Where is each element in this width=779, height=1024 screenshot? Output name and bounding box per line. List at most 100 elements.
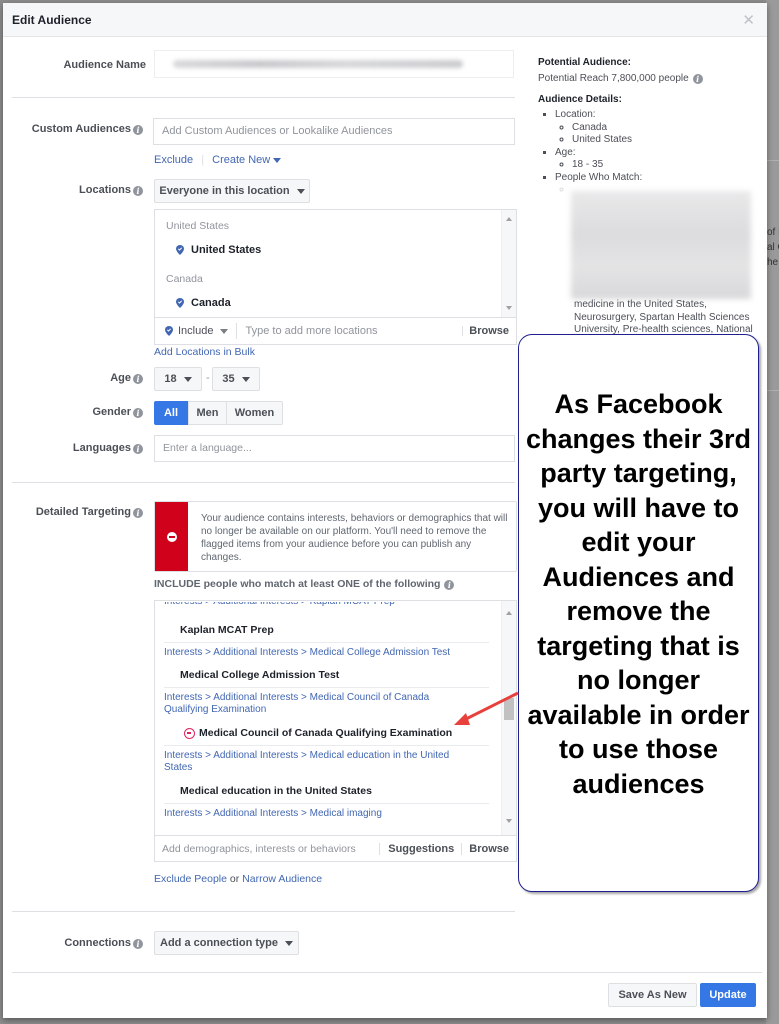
targeting-breadcrumb[interactable]: Interests > Additional Interests > Kapla…: [164, 602, 474, 608]
targeting-breadcrumb[interactable]: Interests > Additional Interests > Medic…: [164, 750, 464, 774]
scroll-down-icon[interactable]: [506, 306, 512, 310]
targeting-item[interactable]: Medical education in the United States: [180, 785, 372, 797]
targeting-breadcrumb[interactable]: Interests > Additional Interests > Medic…: [164, 692, 444, 716]
chevron-down-icon: [284, 940, 293, 946]
background-page: [766, 0, 779, 1024]
info-icon[interactable]: i: [444, 580, 455, 590]
custom-audiences-label-text: Custom Audiences: [31, 123, 131, 135]
update-label: Update: [709, 989, 747, 1001]
background-divider: [766, 390, 779, 391]
gender-men-label: Men: [196, 407, 219, 419]
location-type-dropdown[interactable]: Everyone in this location: [154, 179, 310, 203]
separator: [461, 842, 463, 855]
locations-label-text: Locations: [79, 184, 131, 196]
targeting-item-flagged[interactable]: Medical Council of Canada Qualifying Exa…: [184, 727, 452, 739]
include-heading-text: INCLUDE people who match at least ONE of…: [154, 578, 441, 590]
info-icon[interactable]: i: [133, 408, 143, 418]
warning-strip: [155, 502, 188, 571]
detail-label: Age:: [555, 146, 576, 158]
connections-label-text: Connections: [64, 937, 131, 949]
divider: [12, 482, 515, 483]
custom-audiences-label: Custom Audiences i: [13, 123, 143, 135]
background-text-line: he: [767, 257, 779, 268]
info-icon[interactable]: i: [692, 74, 703, 84]
scroll-up-icon[interactable]: [506, 217, 512, 221]
narrow-audience-link[interactable]: Narrow Audience: [242, 873, 322, 885]
detail-value: Canada: [572, 122, 758, 135]
targeting-item-label: Medical education in the United States: [180, 785, 372, 797]
chevron-down-icon: [296, 188, 305, 194]
info-icon[interactable]: i: [133, 444, 143, 454]
gender-men-button[interactable]: Men: [188, 401, 227, 425]
browse-targeting-button[interactable]: Browse: [469, 843, 509, 855]
targeting-breadcrumb[interactable]: Interests > Additional Interests > Medic…: [164, 647, 474, 659]
error-icon: [166, 531, 177, 542]
info-icon[interactable]: i: [133, 125, 143, 135]
gender-label: Gender i: [13, 406, 143, 418]
close-icon[interactable]: ✕: [742, 11, 755, 29]
location-item[interactable]: Canada: [176, 297, 231, 309]
info-icon[interactable]: i: [133, 374, 143, 384]
blurred-audience-name: [173, 60, 463, 68]
update-button[interactable]: Update: [700, 983, 756, 1007]
location-item-label: Canada: [191, 297, 231, 309]
age-min-value: 18: [164, 373, 177, 385]
dialog-header: Edit Audience ✕: [3, 3, 767, 37]
gender-all-button[interactable]: All: [154, 401, 188, 425]
custom-audiences-placeholder: Add Custom Audiences or Lookalike Audien…: [162, 125, 393, 137]
targeting-search-input[interactable]: Add demographics, interests or behaviors: [162, 843, 379, 855]
locations-label: Locations i: [13, 184, 143, 196]
gender-women-button[interactable]: Women: [226, 401, 283, 425]
scroll-down-icon[interactable]: [506, 819, 512, 823]
potential-audience-heading: Potential Audience:: [538, 57, 631, 68]
suggestions-button[interactable]: Suggestions: [388, 843, 454, 855]
audience-name-input[interactable]: [154, 50, 514, 78]
targeting-breadcrumb[interactable]: Interests > Additional Interests > Medic…: [164, 808, 474, 820]
info-icon[interactable]: i: [133, 939, 143, 949]
info-icon[interactable]: i: [133, 186, 143, 196]
scroll-up-icon[interactable]: [506, 611, 512, 615]
age-label-text: Age: [110, 372, 131, 384]
remove-flagged-icon[interactable]: [184, 727, 195, 739]
location-search-input[interactable]: Type to add more locations: [245, 325, 462, 337]
potential-reach: Potential Reach 7,800,000 people i: [538, 73, 758, 84]
exclude-link[interactable]: Exclude: [154, 154, 193, 166]
targeting-item[interactable]: Medical College Admission Test: [180, 669, 339, 681]
age-min-dropdown[interactable]: 18: [154, 367, 202, 391]
separator: [379, 842, 381, 855]
languages-input[interactable]: Enter a language...: [154, 435, 515, 462]
audience-name-label-text: Audience Name: [63, 59, 146, 71]
add-locations-bulk-link[interactable]: Add Locations in Bulk: [154, 346, 255, 358]
connections-label: Connections i: [13, 937, 143, 949]
create-new-link[interactable]: Create New: [212, 154, 282, 166]
targeting-item[interactable]: Kaplan MCAT Prep: [180, 624, 274, 636]
audience-name-label: Audience Name: [23, 59, 146, 71]
info-icon[interactable]: i: [133, 508, 143, 518]
detailed-targeting-label-text: Detailed Targeting: [35, 506, 131, 518]
languages-label: Languages i: [13, 442, 143, 454]
location-item[interactable]: United States: [176, 244, 261, 256]
separator: [164, 642, 489, 643]
separator: [164, 803, 489, 804]
detail-label: People Who Match:: [555, 171, 643, 183]
detail-location: Location: Canada United States: [555, 109, 758, 147]
save-as-new-button[interactable]: Save As New: [608, 983, 697, 1007]
targeting-item-label: Kaplan MCAT Prep: [180, 624, 274, 636]
location-pin-icon: [165, 326, 173, 336]
divider: [12, 97, 515, 98]
locations-scrollbar[interactable]: [501, 210, 516, 317]
browse-locations-button[interactable]: Browse: [469, 325, 509, 337]
targeting-breadcrumb-text: Interests > Additional Interests > Kapla…: [164, 602, 474, 608]
separator: [462, 326, 464, 336]
include-dropdown[interactable]: Include: [155, 325, 229, 337]
people-who-match-text: medicine in the United States, Neurosurg…: [574, 299, 753, 335]
age-max-dropdown[interactable]: 35: [212, 367, 260, 391]
exclude-people-link[interactable]: Exclude People: [154, 873, 227, 885]
languages-placeholder: Enter a language...: [163, 442, 252, 454]
connection-type-dropdown[interactable]: Add a connection type: [154, 931, 299, 955]
custom-audiences-input[interactable]: Add Custom Audiences or Lookalike Audien…: [153, 118, 515, 145]
separator: [164, 745, 489, 746]
detailed-targeting-label: Detailed Targeting i: [13, 506, 143, 518]
potential-reach-text: Potential Reach 7,800,000 people: [538, 73, 689, 84]
annotation-callout: As Facebook changes their 3rd party targ…: [518, 334, 759, 892]
